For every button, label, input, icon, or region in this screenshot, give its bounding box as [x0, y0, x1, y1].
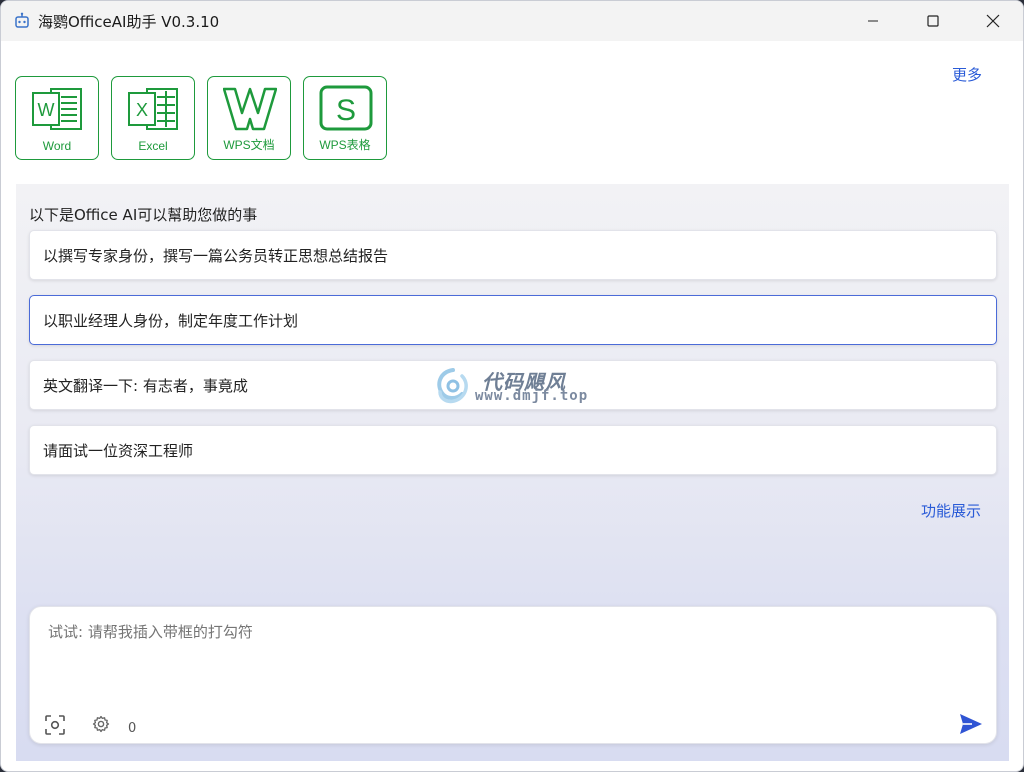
wps-spreadsheet-icon: S	[319, 85, 373, 131]
wps-writer-app-button[interactable]: WPS文档	[207, 76, 291, 160]
token-counter: 0	[128, 721, 137, 736]
main-panel: 以下是Office AI可以幫助您做的事 以撰写专家身份，撰写一篇公务员转正思想…	[16, 184, 1009, 761]
suggestion-card[interactable]: 请面试一位资深工程师	[29, 425, 997, 475]
minimize-icon	[868, 20, 878, 22]
more-link[interactable]: 更多	[952, 64, 982, 85]
word-app-button[interactable]: W Word	[15, 76, 99, 160]
suggestion-card-active[interactable]: 以职业经理人身份，制定年度工作计划	[29, 295, 997, 345]
send-icon	[960, 714, 982, 734]
app-toolbar: W Word X Excel WPS文档 S WPS表格 更多	[1, 41, 1023, 184]
wps-spreadsheet-app-button[interactable]: S WPS表格	[303, 76, 387, 160]
settings-button[interactable]	[90, 713, 112, 735]
wps-spreadsheet-label: WPS表格	[319, 138, 371, 152]
window-title: 海鹦OfficeAI助手 V0.3.10	[38, 13, 220, 31]
robot-icon	[15, 12, 29, 28]
gear-icon	[92, 715, 110, 733]
send-button[interactable]	[958, 711, 984, 737]
app-window: 海鹦OfficeAI助手 V0.3.10 W Word X Excel WPS文…	[0, 0, 1024, 772]
screenshot-icon	[45, 715, 65, 735]
svg-text:X: X	[136, 100, 148, 120]
svg-text:W: W	[38, 100, 55, 120]
screenshot-button[interactable]	[42, 713, 68, 737]
chat-input-box[interactable]: 0	[29, 606, 997, 744]
wps-writer-icon	[223, 87, 277, 131]
word-icon: W	[32, 88, 82, 130]
close-icon	[986, 14, 1000, 28]
watermark-url: www.dmjf.top	[475, 388, 589, 404]
maximize-icon	[927, 15, 939, 27]
word-label: Word	[42, 139, 72, 153]
watermark-logo-icon	[437, 368, 468, 404]
svg-text:S: S	[336, 94, 356, 127]
excel-icon: X	[128, 88, 178, 130]
minimize-button[interactable]	[843, 1, 903, 41]
wps-writer-label: WPS文档	[223, 138, 275, 152]
close-button[interactable]	[963, 1, 1023, 41]
intro-heading: 以下是Office AI可以幫助您做的事	[29, 206, 258, 224]
title-bar: 海鹦OfficeAI助手 V0.3.10	[1, 1, 1023, 41]
suggestion-card[interactable]: 以撰写专家身份，撰写一篇公务员转正思想总结报告	[29, 230, 997, 280]
prompt-input[interactable]	[48, 623, 948, 641]
maximize-button[interactable]	[903, 1, 963, 41]
excel-app-button[interactable]: X Excel	[111, 76, 195, 160]
watermark: 代码飓风 www.dmjf.top	[432, 366, 602, 410]
excel-label: Excel	[138, 139, 168, 153]
feature-showcase-link[interactable]: 功能展示	[921, 500, 981, 521]
